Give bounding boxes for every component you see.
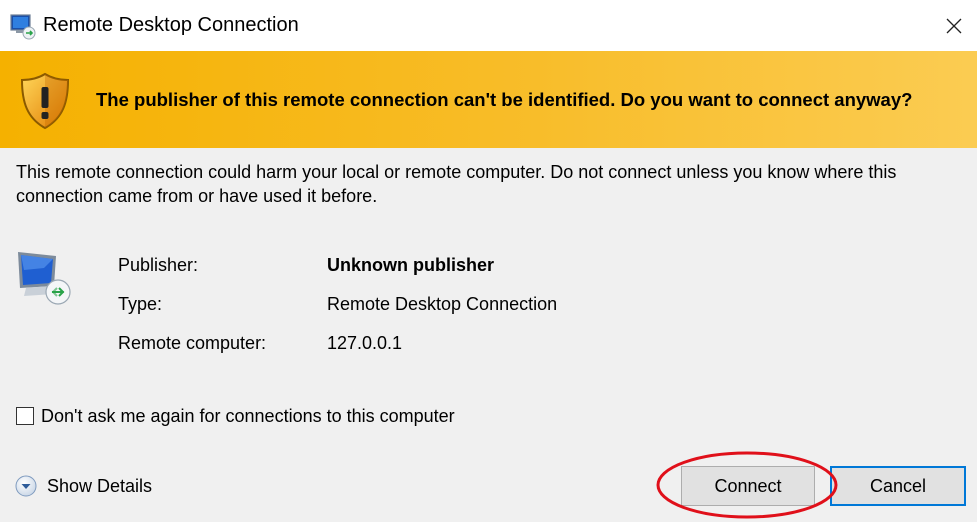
chevron-down-icon[interactable]: [15, 475, 37, 497]
connect-button[interactable]: Connect: [681, 466, 815, 506]
close-button[interactable]: [931, 0, 977, 51]
dont-ask-checkbox[interactable]: [16, 407, 34, 425]
cancel-button[interactable]: Cancel: [830, 466, 966, 506]
title-bar: Remote Desktop Connection: [0, 0, 977, 51]
show-details-link[interactable]: Show Details: [47, 476, 152, 497]
dont-ask-label[interactable]: Don't ask me again for connections to th…: [41, 406, 455, 427]
remote-desktop-app-icon: [10, 14, 36, 40]
window-title: Remote Desktop Connection: [43, 14, 299, 36]
publisher-value: Unknown publisher: [327, 255, 495, 275]
remote-computer-value: 127.0.0.1: [327, 333, 403, 353]
publisher-label: Publisher:: [118, 255, 199, 275]
warning-text: This remote connection could harm your l…: [16, 162, 897, 206]
type-value: Remote Desktop Connection: [327, 294, 558, 314]
shield-warning-icon: [20, 72, 70, 130]
remote-computer-label: Remote computer:: [118, 333, 267, 353]
close-icon: [946, 18, 962, 33]
remote-computer-icon: [18, 252, 71, 305]
type-label: Type:: [118, 294, 163, 314]
banner-message: The publisher of this remote connection …: [96, 89, 913, 110]
